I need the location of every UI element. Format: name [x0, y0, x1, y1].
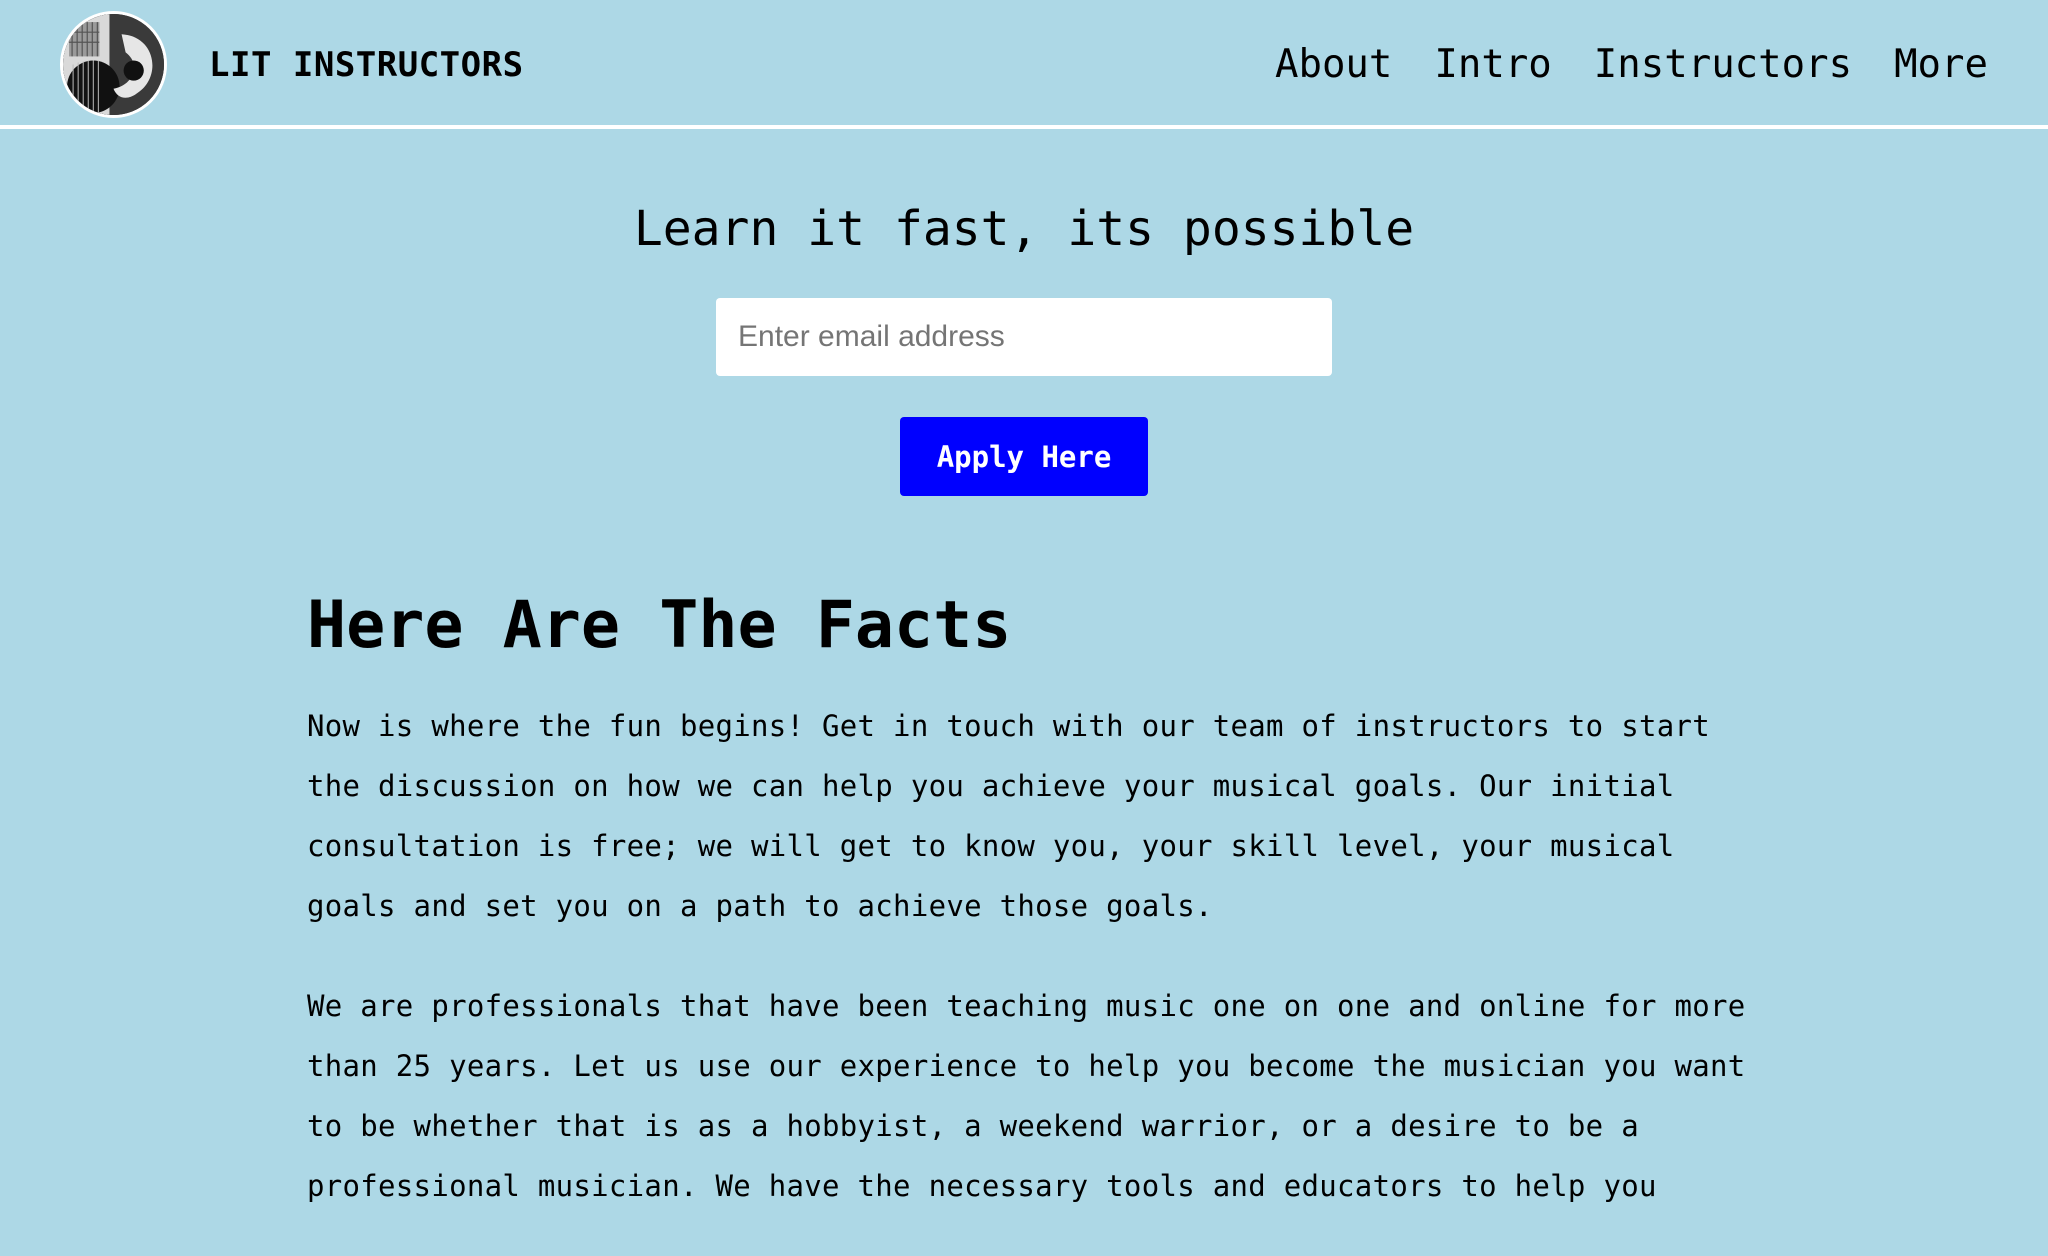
email-input[interactable] [716, 298, 1332, 376]
nav-item-more[interactable]: More [1894, 41, 1988, 89]
apply-here-button[interactable]: Apply Here [900, 417, 1148, 496]
guitar-logo-image [63, 14, 164, 115]
facts-paragraph: We are professionals that have been teac… [307, 989, 1746, 1203]
facts-paragraph: Now is where the fun begins! Get in touc… [307, 709, 1710, 923]
nav-item-intro[interactable]: Intro [1434, 41, 1551, 89]
main-nav: About Intro Instructors More [1275, 41, 1988, 89]
nav-item-about[interactable]: About [1275, 41, 1392, 89]
guitar-logo-icon[interactable] [60, 11, 167, 118]
facts-body: Now is where the fun begins! Get in touc… [307, 696, 1747, 1256]
facts-heading: Here Are The Facts [307, 588, 1012, 663]
hero-title: Learn it fast, its possible [633, 201, 1415, 257]
site-header: LIT INSTRUCTORS About Intro Instructors … [0, 0, 2048, 129]
brand-name[interactable]: LIT INSTRUCTORS [209, 44, 524, 86]
nav-item-instructors[interactable]: Instructors [1594, 41, 1852, 89]
